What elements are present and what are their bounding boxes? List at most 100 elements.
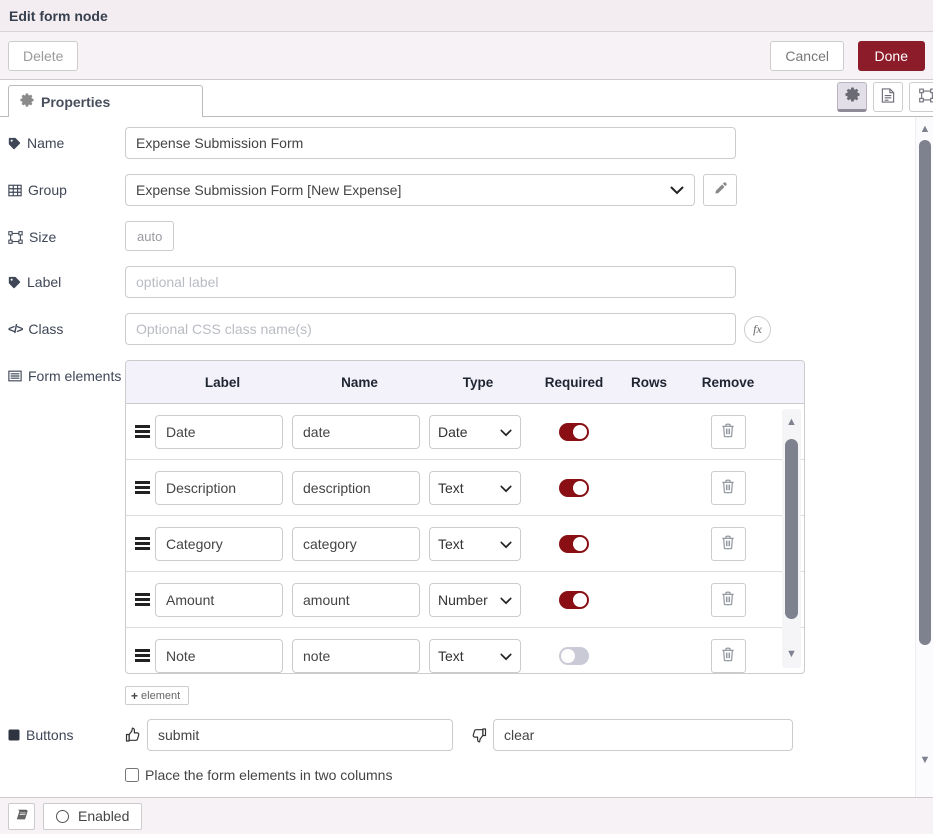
tag-icon: [8, 276, 21, 289]
required-toggle[interactable]: [559, 423, 589, 441]
code-icon: </>: [8, 320, 22, 338]
element-row: Number: [126, 572, 804, 628]
two-columns-checkbox[interactable]: [125, 768, 139, 782]
trash-icon: [721, 647, 735, 665]
fx-button[interactable]: fx: [744, 316, 771, 343]
form-elements-table-header: Label Name Type Required Rows Remove: [126, 361, 804, 404]
panel-scrollbar[interactable]: ▲ ▼: [915, 117, 933, 797]
trash-icon: [721, 591, 735, 609]
table-icon: [8, 184, 22, 197]
element-name-input[interactable]: [292, 471, 420, 505]
drag-handle-icon[interactable]: [135, 647, 154, 665]
required-toggle[interactable]: [559, 479, 589, 497]
element-label-input[interactable]: [155, 471, 283, 505]
chevron-down-icon: [670, 182, 684, 198]
element-row: Date: [126, 404, 804, 460]
thumbs-down-icon: [471, 727, 487, 743]
dialog-toolbar: Delete Cancel Done: [0, 32, 933, 80]
scroll-up-icon[interactable]: ▲: [782, 417, 801, 428]
tab-bar: Properties: [0, 80, 933, 117]
chevron-down-icon: [500, 648, 512, 664]
element-label-input[interactable]: [155, 639, 283, 673]
enabled-toggle-button[interactable]: Enabled: [43, 803, 142, 830]
scroll-down-icon[interactable]: ▼: [916, 755, 933, 766]
group-field-label: Group: [8, 174, 125, 199]
dialog-header: Edit form node: [0, 0, 933, 32]
element-label-input[interactable]: [155, 415, 283, 449]
element-label-input[interactable]: [155, 583, 283, 617]
settings-tab-button[interactable]: [837, 82, 867, 112]
gear-icon: [845, 87, 860, 105]
properties-panel: Name Group Expense Submission Form [New …: [0, 117, 933, 797]
clear-button-text-input[interactable]: [493, 719, 793, 751]
element-type-value: Text: [438, 648, 500, 664]
element-name-input[interactable]: [292, 415, 420, 449]
buttons-row: Buttons: [8, 719, 933, 751]
drag-handle-icon[interactable]: [135, 423, 154, 441]
element-label-input[interactable]: [155, 527, 283, 561]
elements-table-body: ▲ ▼ Date Text: [126, 404, 804, 673]
element-name-input[interactable]: [292, 639, 420, 673]
scroll-down-icon[interactable]: ▼: [782, 649, 801, 660]
delete-element-button[interactable]: [711, 471, 746, 505]
chevron-down-icon: [500, 480, 512, 496]
two-columns-label: Place the form elements in two columns: [145, 767, 392, 783]
object-size-icon: [8, 231, 23, 244]
form-elements-field-label: Form elements: [8, 360, 125, 385]
class-input[interactable]: [125, 313, 736, 345]
element-type-value: Number: [438, 592, 500, 608]
label-input[interactable]: [125, 266, 736, 298]
chevron-down-icon: [500, 592, 512, 608]
dialog-title: Edit form node: [9, 8, 108, 24]
element-type-value: Text: [438, 480, 500, 496]
description-tab-button[interactable]: [873, 82, 903, 112]
delete-element-button[interactable]: [711, 639, 746, 673]
table-scrollbar[interactable]: ▲ ▼: [782, 409, 801, 668]
label-field-label: Label: [8, 266, 125, 291]
status-circle-icon: [56, 810, 69, 823]
group-select[interactable]: Expense Submission Form [New Expense]: [125, 174, 695, 206]
element-type-select[interactable]: Date: [429, 415, 521, 449]
square-icon: [8, 729, 20, 741]
add-element-button[interactable]: + element: [125, 686, 189, 705]
panel-scrollbar-thumb[interactable]: [919, 140, 931, 645]
col-header-label: Label: [154, 375, 291, 390]
trash-icon: [721, 535, 735, 553]
form-elements-table: Label Name Type Required Rows Remove ▲ ▼…: [125, 360, 805, 674]
delete-button[interactable]: Delete: [8, 41, 78, 71]
required-toggle[interactable]: [559, 591, 589, 609]
pencil-icon: [714, 182, 727, 198]
drag-handle-icon[interactable]: [135, 479, 154, 497]
scroll-up-icon[interactable]: ▲: [916, 124, 933, 135]
element-type-select[interactable]: Number: [429, 583, 521, 617]
chevron-down-icon: [500, 536, 512, 552]
delete-element-button[interactable]: [711, 527, 746, 561]
delete-element-button[interactable]: [711, 583, 746, 617]
required-toggle[interactable]: [559, 535, 589, 553]
name-field-label: Name: [8, 127, 125, 152]
col-header-rows: Rows: [620, 375, 678, 390]
tab-properties[interactable]: Properties: [8, 85, 203, 117]
col-header-remove: Remove: [678, 375, 778, 390]
drag-handle-icon[interactable]: [135, 535, 154, 553]
element-name-input[interactable]: [292, 527, 420, 561]
submit-button-text-input[interactable]: [147, 719, 453, 751]
name-input[interactable]: [125, 127, 736, 159]
cancel-button[interactable]: Cancel: [770, 41, 844, 71]
element-type-select[interactable]: Text: [429, 639, 521, 673]
size-auto-button[interactable]: auto: [125, 221, 174, 251]
appearance-tab-button[interactable]: [909, 82, 933, 112]
drag-handle-icon[interactable]: [135, 591, 154, 609]
edit-group-button[interactable]: [703, 174, 737, 206]
node-help-button[interactable]: [8, 803, 35, 830]
element-type-select[interactable]: Text: [429, 471, 521, 505]
enabled-label: Enabled: [78, 808, 129, 824]
element-row: Text: [126, 460, 804, 516]
element-row: Text: [126, 628, 804, 673]
delete-element-button[interactable]: [711, 415, 746, 449]
table-scrollbar-thumb[interactable]: [785, 439, 798, 619]
required-toggle[interactable]: [559, 647, 589, 665]
element-type-select[interactable]: Text: [429, 527, 521, 561]
element-name-input[interactable]: [292, 583, 420, 617]
done-button[interactable]: Done: [858, 41, 925, 71]
